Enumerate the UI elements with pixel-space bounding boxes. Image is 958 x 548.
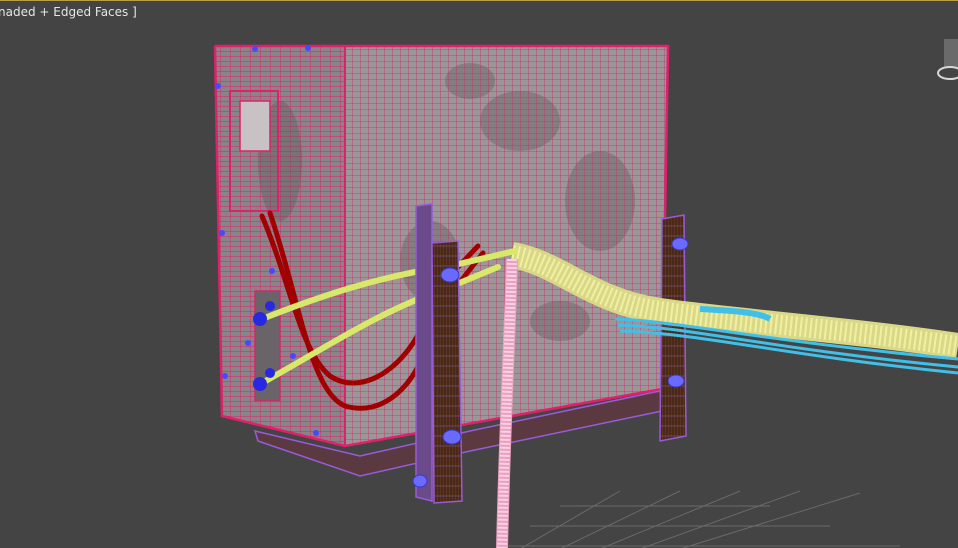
wooden-post-front[interactable] [412,203,463,504]
scene-canvas[interactable] [0,1,958,548]
ground-grid [500,490,900,548]
viewport-shading-label[interactable]: naded + Edged Faces ] [0,5,137,19]
viewcube-icon[interactable] [934,39,958,85]
perspective-viewport[interactable]: naded + Edged Faces ] [0,0,958,548]
